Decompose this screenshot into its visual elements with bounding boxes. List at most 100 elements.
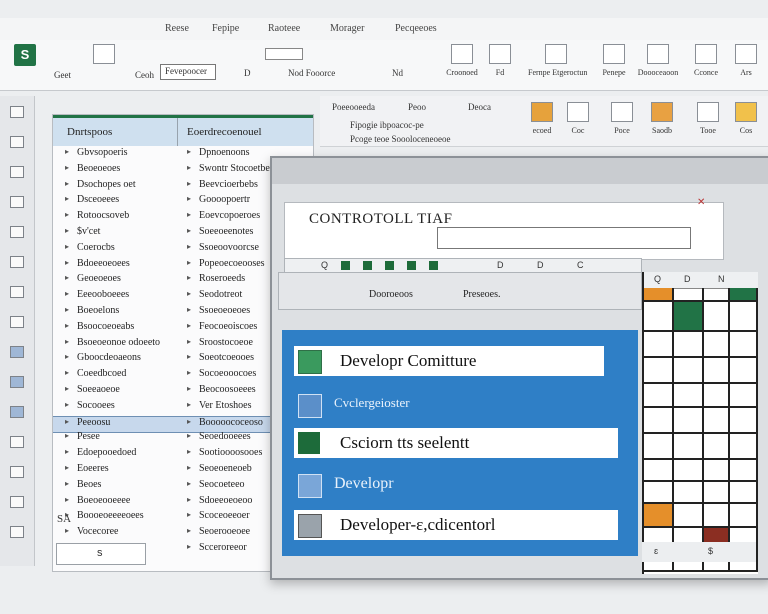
expand-icon[interactable]: ▸ — [187, 194, 191, 203]
grid-cell[interactable] — [704, 434, 730, 460]
expand-icon[interactable]: ▸ — [187, 447, 191, 456]
penepe-button[interactable]: Penepe — [596, 42, 632, 86]
expand-icon[interactable]: ▸ — [187, 210, 191, 219]
grid-cell[interactable] — [730, 504, 758, 528]
strip-icon[interactable] — [10, 316, 24, 328]
cconce-button[interactable]: Cconce — [688, 42, 724, 86]
cos-button[interactable]: Cos — [728, 100, 764, 144]
grid-cell[interactable] — [730, 288, 758, 302]
expand-icon[interactable]: ▸ — [65, 226, 69, 235]
grid-cell[interactable] — [644, 384, 674, 408]
expand-icon[interactable]: ▸ — [187, 495, 191, 504]
option-developr[interactable]: Developr — [294, 470, 604, 500]
format-field[interactable]: Fevepoocer — [160, 64, 216, 80]
grid-cell[interactable] — [674, 288, 704, 302]
expand-icon[interactable]: ▸ — [65, 321, 69, 330]
expand-icon[interactable]: ▸ — [65, 352, 69, 361]
fd-button[interactable]: Fd — [482, 42, 518, 86]
expand-icon[interactable]: ▸ — [187, 258, 191, 267]
strip-icon[interactable] — [10, 136, 24, 148]
tooe-button[interactable]: Tooe — [690, 100, 726, 144]
grid-cell[interactable] — [644, 504, 674, 528]
expand-icon[interactable]: ▸ — [65, 463, 69, 472]
nod-foorce-label[interactable]: Nod Fooorce — [288, 68, 335, 78]
expand-icon[interactable]: ▸ — [187, 431, 191, 440]
option-developer-cdicentorl[interactable]: Developer-ε,cdicentorl — [294, 510, 618, 540]
doooceaoon-button[interactable]: Doooceaoon — [636, 42, 680, 86]
grid-cell[interactable] — [730, 302, 758, 332]
expand-icon[interactable]: ▸ — [65, 526, 69, 535]
expand-icon[interactable]: ▸ — [187, 242, 191, 251]
expand-icon[interactable]: ▸ — [187, 510, 191, 519]
expand-icon[interactable]: ▸ — [187, 179, 191, 188]
strip-icon[interactable] — [10, 286, 24, 298]
grid-cell[interactable] — [704, 482, 730, 504]
tab-fepipe[interactable]: Fepipe — [212, 23, 239, 34]
expand-icon[interactable]: ▸ — [65, 147, 69, 156]
grid-cell[interactable] — [674, 302, 704, 332]
strip-icon[interactable] — [10, 436, 24, 448]
option-cvclergeioster[interactable]: Cvclergeioster — [294, 390, 604, 420]
coc-button[interactable]: Coc — [560, 100, 596, 144]
expand-icon[interactable]: ▸ — [187, 368, 191, 377]
grid-cell[interactable] — [674, 358, 704, 384]
grid-cell[interactable] — [730, 408, 758, 434]
grid-cell[interactable] — [704, 358, 730, 384]
reset-button[interactable] — [86, 42, 122, 86]
expand-icon[interactable]: ▸ — [187, 384, 191, 393]
grid-cell[interactable] — [644, 288, 674, 302]
grid-cell[interactable] — [674, 434, 704, 460]
expand-icon[interactable]: ▸ — [65, 163, 69, 172]
expand-icon[interactable]: ▸ — [187, 479, 191, 488]
expand-icon[interactable]: ▸ — [187, 542, 191, 551]
grid-cell[interactable] — [730, 358, 758, 384]
strip-icon[interactable] — [10, 406, 24, 418]
strip-icon[interactable] — [10, 166, 24, 178]
grid-cell[interactable] — [704, 460, 730, 482]
expand-icon[interactable]: ▸ — [65, 447, 69, 456]
strip-icon[interactable] — [10, 106, 24, 118]
expand-icon[interactable]: ▸ — [65, 495, 69, 504]
option-developer-comitture[interactable]: Developr Comitture — [294, 346, 604, 376]
expand-icon[interactable]: ▸ — [187, 273, 191, 282]
croonoed-button[interactable]: Croonoed — [444, 42, 480, 86]
strip-icon[interactable] — [10, 526, 24, 538]
tab-pecqeeoes[interactable]: Pecqeeoes — [395, 23, 437, 34]
expand-icon[interactable]: ▸ — [65, 242, 69, 251]
option-csciorn[interactable]: Csciorn tts seelentt — [294, 428, 618, 458]
tab-morager[interactable]: Morager — [330, 23, 364, 34]
fernpe-button[interactable]: Fernpe Etgeroctun — [528, 42, 587, 86]
grid-cell[interactable] — [644, 302, 674, 332]
expand-icon[interactable]: ▸ — [187, 289, 191, 298]
expand-icon[interactable]: ▸ — [65, 179, 69, 188]
strip-icon[interactable] — [10, 346, 24, 358]
grid-cell[interactable] — [704, 288, 730, 302]
strip-icon[interactable] — [10, 496, 24, 508]
expand-icon[interactable]: ▸ — [65, 305, 69, 314]
grid-cell[interactable] — [730, 332, 758, 358]
dialog-titlebar[interactable] — [272, 158, 768, 184]
grid-cell[interactable] — [704, 408, 730, 434]
expand-icon[interactable]: ▸ — [187, 526, 191, 535]
grid-cell[interactable] — [730, 384, 758, 408]
expand-icon[interactable]: ▸ — [65, 400, 69, 409]
expand-icon[interactable]: ▸ — [187, 352, 191, 361]
expand-icon[interactable]: ▸ — [65, 384, 69, 393]
bottom-input[interactable]: s — [56, 543, 146, 565]
strip-icon[interactable] — [10, 466, 24, 478]
grid-cell[interactable] — [704, 504, 730, 528]
grid-cell[interactable] — [704, 302, 730, 332]
grid-cell[interactable] — [730, 434, 758, 460]
grid-cell[interactable] — [674, 384, 704, 408]
nd-label[interactable]: Nd — [392, 68, 403, 78]
grid-cell[interactable] — [644, 460, 674, 482]
grid-cell[interactable] — [644, 358, 674, 384]
grid-cell[interactable] — [674, 504, 704, 528]
grid-cell[interactable] — [704, 384, 730, 408]
tab-raoteee[interactable]: Raoteee — [268, 23, 300, 34]
expand-icon[interactable]: ▸ — [187, 321, 191, 330]
expand-icon[interactable]: ▸ — [187, 163, 191, 172]
expand-icon[interactable]: ▸ — [65, 479, 69, 488]
expand-icon[interactable]: ▸ — [65, 289, 69, 298]
strip-icon[interactable] — [10, 196, 24, 208]
